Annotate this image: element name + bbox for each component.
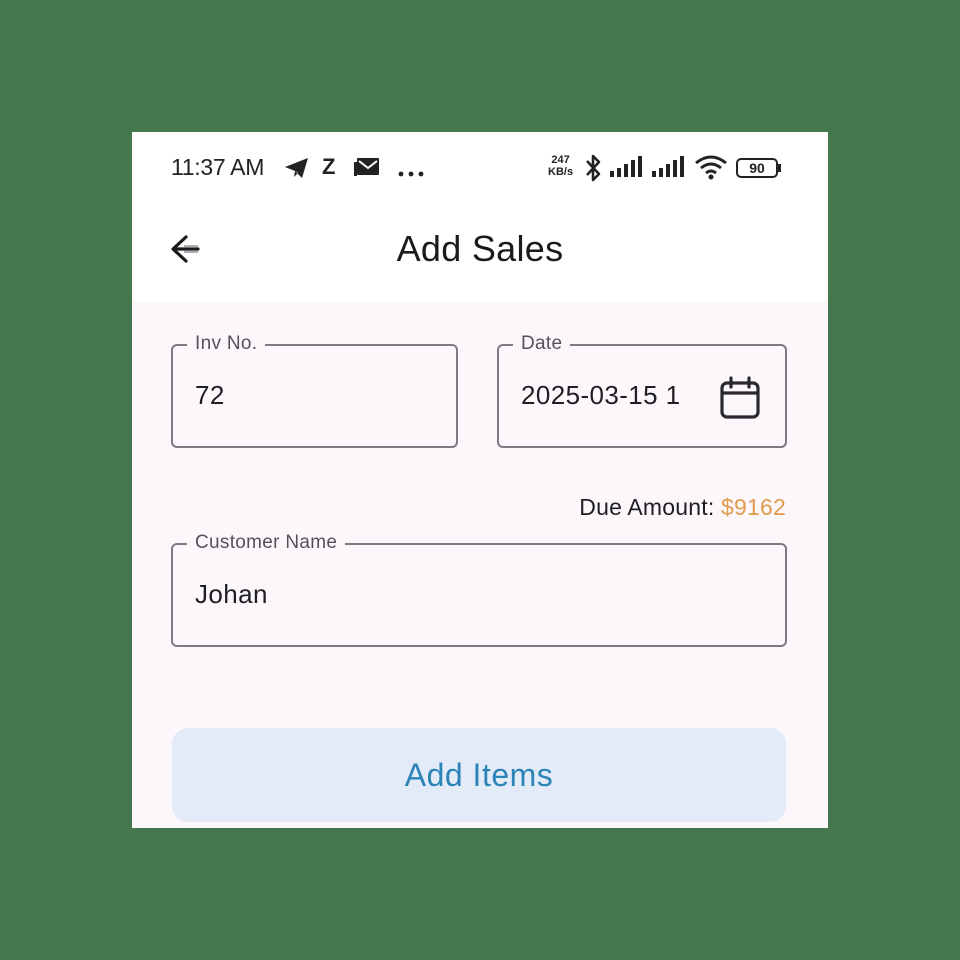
- wifi-icon: [694, 154, 728, 185]
- mail-icon: [354, 157, 380, 182]
- phone-screen: 11:37 AM Z 247 KB/s 90 Add Sales Inv No.…: [132, 132, 828, 828]
- net-speed-unit: KB/s: [548, 166, 574, 178]
- more-dots-icon: [398, 164, 424, 182]
- due-amount-value: $9162: [721, 494, 786, 520]
- add-items-button[interactable]: Add Items: [172, 728, 786, 822]
- top-app-bar: 11:37 AM Z 247 KB/s 90 Add Sales: [132, 132, 828, 302]
- customer-name-value: Johan: [195, 579, 268, 609]
- due-amount-label: Due Amount:: [579, 494, 715, 520]
- net-speed: 247 KB/s: [548, 154, 573, 178]
- customer-name-field[interactable]: Customer Name Johan: [171, 532, 787, 647]
- invoice-number-label: Inv No.: [187, 333, 266, 355]
- signal-icon: [610, 156, 644, 183]
- calendar-icon[interactable]: [719, 376, 761, 425]
- date-value: 2025-03-15 1: [521, 380, 681, 410]
- telegram-icon: [284, 157, 310, 184]
- signal-icon: [652, 156, 686, 183]
- invoice-number-field[interactable]: Inv No. 72: [171, 333, 458, 448]
- date-field[interactable]: Date 2025-03-15 1: [497, 333, 787, 448]
- due-amount-row: Due Amount: $9162: [579, 494, 786, 521]
- battery-icon: 90: [736, 158, 782, 178]
- net-speed-value: 247: [551, 154, 570, 166]
- bluetooth-icon: [584, 154, 602, 187]
- customer-name-label: Customer Name: [187, 532, 346, 554]
- page-title: Add Sales: [396, 228, 564, 269]
- battery-level: 90: [749, 160, 765, 176]
- z-icon: Z: [322, 154, 336, 179]
- invoice-number-value: 72: [195, 380, 225, 410]
- status-time: 11:37 AM: [171, 154, 265, 180]
- date-label: Date: [513, 333, 571, 355]
